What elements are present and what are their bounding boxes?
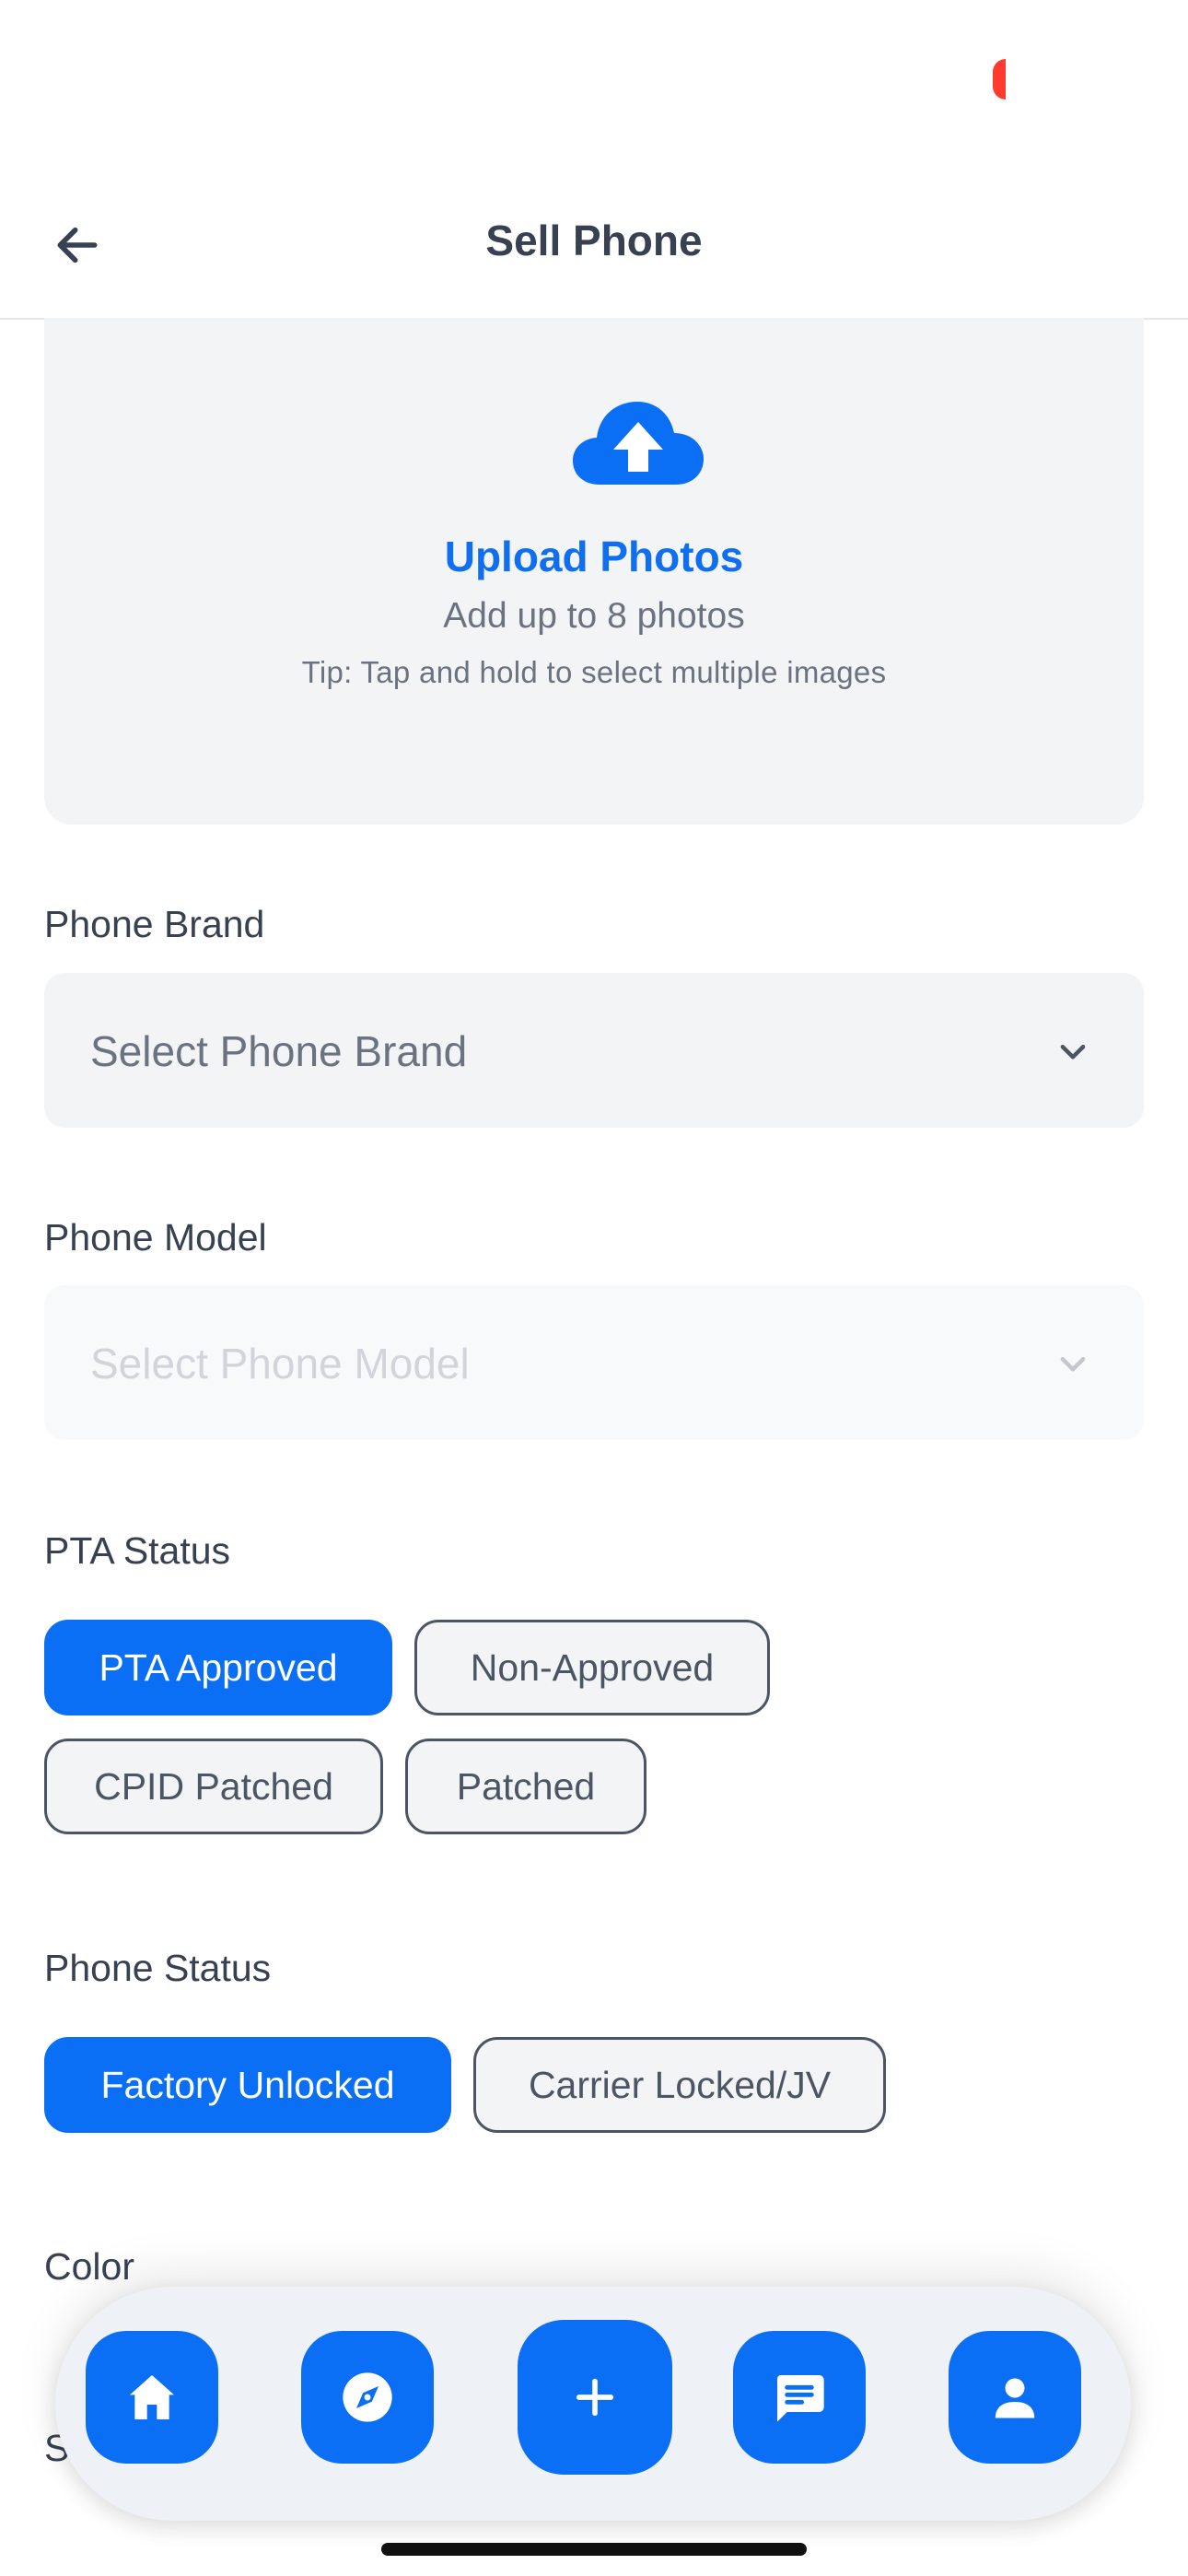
nav-explore-button[interactable] bbox=[301, 2331, 434, 2464]
cloud-upload-icon bbox=[573, 402, 704, 485]
phone-model-label: Phone Model bbox=[44, 1216, 267, 1259]
upload-subtitle: Add up to 8 photos bbox=[443, 596, 745, 636]
phone-model-placeholder: Select Phone Model bbox=[90, 1340, 470, 1388]
phone-status-label: Phone Status bbox=[44, 1947, 272, 1989]
chip-cpid-patched[interactable]: CPID Patched bbox=[44, 1739, 383, 1834]
chat-icon bbox=[776, 2375, 824, 2422]
phone-brand-placeholder: Select Phone Brand bbox=[90, 1027, 468, 1075]
nav-messages-button[interactable] bbox=[733, 2331, 866, 2464]
home-indicator bbox=[381, 2543, 807, 2556]
recording-indicator bbox=[993, 59, 1006, 100]
person-icon bbox=[995, 2378, 1035, 2418]
page-title: Sell Phone bbox=[485, 217, 703, 264]
phone-model-select[interactable]: Select Phone Model bbox=[44, 1285, 1144, 1440]
status-bar bbox=[0, 0, 1188, 166]
chip-factory-unlocked[interactable]: Factory Unlocked bbox=[44, 2037, 451, 2133]
phone-brand-select[interactable]: Select Phone Brand bbox=[44, 973, 1144, 1128]
nav-profile-button[interactable] bbox=[949, 2331, 1081, 2464]
color-label: Color bbox=[44, 2245, 134, 2288]
chip-non-approved[interactable]: Non-Approved bbox=[414, 1620, 770, 1715]
plus-icon bbox=[576, 2378, 614, 2417]
chevron-down-icon bbox=[1060, 1045, 1086, 1060]
chevron-down-icon bbox=[1060, 1357, 1086, 1372]
upload-title: Upload Photos bbox=[444, 533, 744, 580]
upload-photos-area[interactable]: Upload Photos Add up to 8 photos Tip: Ta… bbox=[44, 318, 1144, 825]
phone-brand-label: Phone Brand bbox=[44, 903, 265, 945]
bottom-nav bbox=[55, 2287, 1131, 2521]
chip-carrier-locked[interactable]: Carrier Locked/JV bbox=[473, 2037, 886, 2133]
home-icon bbox=[130, 2375, 174, 2419]
nav-create-button[interactable] bbox=[518, 2320, 672, 2475]
upload-tip: Tip: Tap and hold to select multiple ima… bbox=[301, 655, 887, 689]
compass-icon bbox=[343, 2372, 392, 2422]
nav-home-button[interactable] bbox=[86, 2331, 218, 2464]
pta-status-label: PTA Status bbox=[44, 1529, 231, 1572]
app-header: Sell Phone bbox=[0, 166, 1188, 320]
chip-patched[interactable]: Patched bbox=[405, 1739, 646, 1834]
chip-pta-approved[interactable]: PTA Approved bbox=[44, 1620, 392, 1715]
